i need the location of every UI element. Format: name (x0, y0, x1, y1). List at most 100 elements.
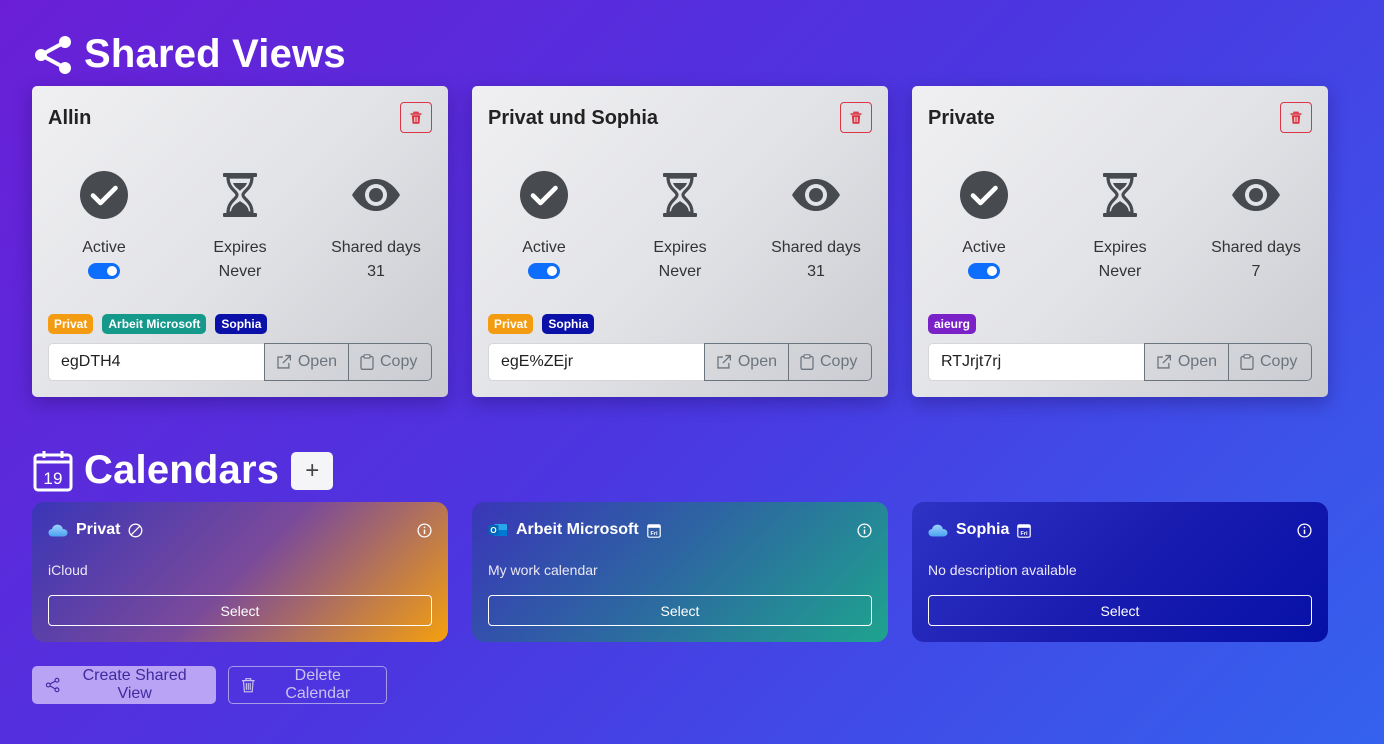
shared-days-value: 31 (807, 263, 825, 280)
share-icon (35, 35, 71, 74)
shared-view-stats: Active Expires Never Shared days 7 (912, 170, 1328, 280)
open-label: Open (737, 353, 777, 370)
eye-icon (352, 179, 400, 211)
share-link-group: egDTH4 Open Copy (48, 343, 432, 381)
share-link-group: egE%ZEjr Open Copy (488, 343, 872, 381)
copy-label: Copy (1260, 353, 1298, 370)
shared-days-stat: Shared days 31 (308, 170, 444, 281)
shared-view-stats: Active Expires Never Shared days 31 (32, 170, 448, 280)
eye-icon (1232, 179, 1280, 211)
external-link-icon (717, 354, 732, 369)
active-label: Active (522, 239, 566, 256)
svg-text:Fri: Fri (1021, 531, 1029, 537)
copy-link-button[interactable]: Copy (349, 343, 432, 381)
delete-shared-view-button[interactable] (840, 102, 872, 133)
calendar-badge: Sophia (542, 314, 595, 334)
select-calendar-button[interactable]: Select (488, 595, 872, 626)
open-link-button[interactable]: Open (704, 343, 789, 381)
add-calendar-button[interactable]: + (291, 451, 334, 490)
shared-days-label: Shared days (771, 239, 861, 256)
trash-icon (241, 678, 255, 693)
open-label: Open (297, 353, 337, 370)
expires-stat: Expires Never (1052, 170, 1188, 281)
share-link-field[interactable]: egDTH4 (48, 343, 264, 381)
shared-view-card: Private Active Expires Never Shared days 7 aie… (912, 86, 1328, 397)
active-label: Active (82, 239, 126, 256)
info-icon (857, 523, 872, 538)
calendar-name: Arbeit Microsoft (516, 521, 639, 538)
share-link-group: RTJrjt7rj Open Copy (928, 343, 1312, 381)
check-circle-icon (520, 171, 568, 219)
icloud-icon (928, 524, 948, 536)
check-circle-icon (80, 171, 128, 219)
calendar-card: O Arbeit Microsoft Fri My work calendar Sele… (472, 502, 888, 642)
shared-days-value: 7 (1251, 263, 1261, 280)
calendar-info-button[interactable] (1297, 523, 1312, 543)
calendar-info-button[interactable] (417, 523, 432, 543)
info-icon (417, 523, 432, 538)
share-link-field[interactable]: RTJrjt7rj (928, 343, 1144, 381)
shared-view-name: Allin (48, 107, 92, 129)
calendar-description: iCloud (48, 562, 88, 578)
info-icon (1297, 523, 1312, 538)
active-stat: Active (916, 170, 1052, 284)
calendar-badge: Sophia (215, 314, 268, 334)
delete-shared-view-button[interactable] (1280, 102, 1312, 133)
copy-label: Copy (380, 353, 418, 370)
shared-views-title: Shared Views (84, 32, 346, 76)
disabled-circle-icon (129, 523, 143, 537)
delete-shared-view-button[interactable] (400, 102, 432, 133)
shared-view-name: Private (928, 107, 995, 129)
open-link-button[interactable]: Open (264, 343, 349, 381)
expires-value: Never (658, 263, 702, 280)
shared-view-stats: Active Expires Never Shared days 31 (472, 170, 888, 280)
share-link-field[interactable]: egE%ZEjr (488, 343, 704, 381)
calendar-icon: Fri (1017, 523, 1032, 538)
shared-view-card: Allin Active Expires Never Shared days 31 Priv… (32, 86, 448, 397)
share-icon (45, 677, 60, 693)
shared-days-label: Shared days (331, 239, 421, 256)
expires-stat: Expires Never (612, 170, 748, 281)
open-label: Open (1177, 353, 1217, 370)
calendar-badge: Privat (488, 314, 534, 334)
hourglass-icon (663, 173, 697, 217)
expires-value: Never (218, 263, 262, 280)
external-link-icon (277, 354, 292, 369)
svg-text:O: O (490, 526, 496, 535)
calendar-badges: aieurg (928, 314, 977, 334)
select-calendar-button[interactable]: Select (928, 595, 1312, 626)
active-toggle[interactable] (528, 263, 560, 279)
copy-link-button[interactable]: Copy (1229, 343, 1312, 381)
check-circle-icon (960, 171, 1008, 219)
calendar-badges: Privat Arbeit Microsoft Sophia (48, 314, 268, 334)
active-stat: Active (476, 170, 612, 284)
expires-stat: Expires Never (172, 170, 308, 281)
icloud-icon (48, 524, 68, 536)
calendar-icon: Fri (646, 523, 661, 538)
shared-view-name: Privat und Sophia (488, 107, 659, 129)
active-toggle[interactable] (968, 263, 1000, 279)
calendar-header: O Arbeit Microsoft Fri (488, 521, 661, 539)
select-calendar-button[interactable]: Select (48, 595, 432, 626)
trash-icon (410, 111, 422, 124)
calendar-badge: aieurg (928, 314, 977, 334)
hourglass-icon (1103, 173, 1137, 217)
active-toggle[interactable] (88, 263, 120, 279)
calendar-name: Privat (76, 521, 121, 538)
create-shared-view-button[interactable]: Create Shared View (32, 666, 216, 704)
clipboard-icon (800, 354, 814, 370)
active-stat: Active (36, 170, 172, 284)
calendar-header: Sophia Fri (928, 521, 1032, 539)
shared-days-stat: Shared days 31 (748, 170, 884, 281)
expires-label: Expires (1093, 239, 1147, 256)
copy-link-button[interactable]: Copy (789, 343, 872, 381)
expires-label: Expires (213, 239, 267, 256)
clipboard-icon (360, 354, 374, 370)
open-link-button[interactable]: Open (1144, 343, 1229, 381)
shared-views-heading: Shared Views (32, 32, 346, 77)
delete-calendar-button[interactable]: Delete Calendar (228, 666, 387, 704)
shared-days-label: Shared days (1211, 239, 1301, 256)
active-label: Active (962, 239, 1006, 256)
calendar-info-button[interactable] (857, 523, 872, 543)
external-link-icon (1157, 354, 1172, 369)
